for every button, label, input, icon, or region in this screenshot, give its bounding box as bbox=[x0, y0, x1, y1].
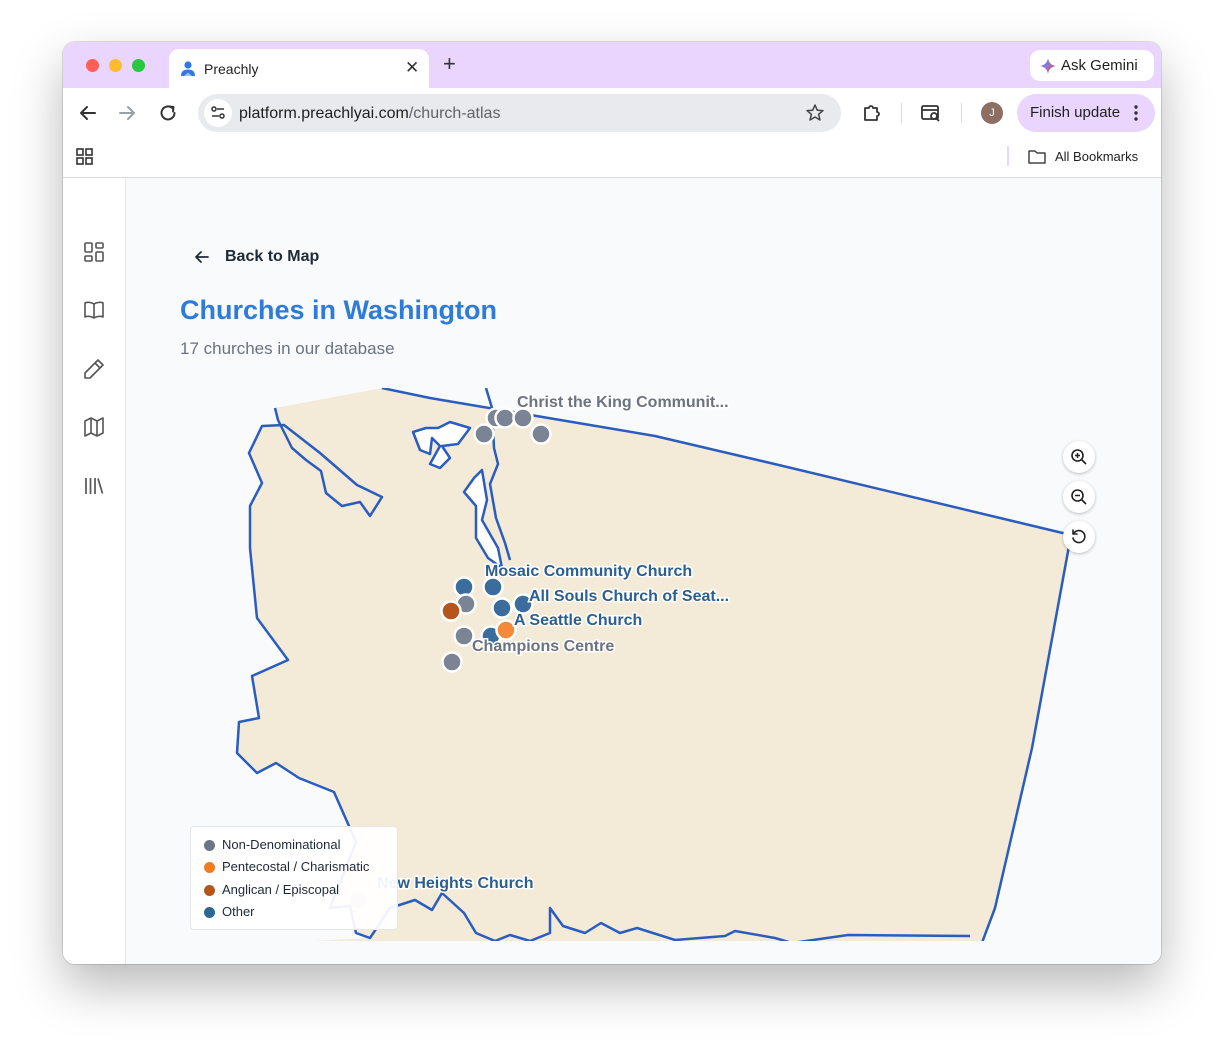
church-marker[interactable] bbox=[495, 619, 517, 641]
site-settings-icon[interactable] bbox=[204, 99, 232, 127]
app-sidebar bbox=[63, 178, 126, 964]
legend-label: Anglican / Episcopal bbox=[222, 882, 340, 897]
url-text: platform.preachlyai.com/church-atlas bbox=[239, 105, 500, 123]
pencil-icon[interactable] bbox=[82, 357, 106, 381]
legend-swatch bbox=[204, 862, 215, 873]
tab-search-icon[interactable] bbox=[919, 101, 943, 125]
legend-label: Other bbox=[222, 904, 255, 919]
church-marker[interactable] bbox=[440, 600, 462, 622]
church-marker[interactable] bbox=[491, 597, 513, 619]
church-count-subtitle: 17 churches in our database bbox=[180, 339, 395, 358]
maximize-window-button[interactable] bbox=[132, 59, 145, 72]
legend-swatch bbox=[204, 907, 215, 918]
reload-icon[interactable] bbox=[156, 101, 180, 125]
back-arrow-icon[interactable] bbox=[76, 101, 100, 125]
legend-swatch bbox=[204, 885, 215, 896]
zoom-in-button[interactable] bbox=[1063, 441, 1095, 473]
folder-icon bbox=[1027, 148, 1047, 171]
toolbar-divider bbox=[901, 103, 902, 123]
map-label-all-souls: All Souls Church of Seat... bbox=[529, 588, 729, 605]
apps-grid-icon[interactable] bbox=[76, 148, 94, 171]
address-bar[interactable]: platform.preachlyai.com/church-atlas bbox=[198, 94, 841, 132]
more-menu-icon[interactable] bbox=[1133, 104, 1139, 127]
tab-strip: Preachly ✕ + Ask Gemini bbox=[63, 42, 1161, 88]
church-marker[interactable] bbox=[530, 423, 552, 445]
ask-gemini-label: Ask Gemini bbox=[1061, 57, 1138, 74]
all-bookmarks-link[interactable]: All Bookmarks bbox=[1055, 149, 1138, 164]
zoom-out-icon bbox=[1071, 489, 1087, 505]
profile-avatar[interactable]: J bbox=[981, 102, 1003, 124]
map-label-seattle-church: A Seattle Church bbox=[514, 612, 642, 629]
zoom-out-button[interactable] bbox=[1063, 481, 1095, 513]
church-marker[interactable] bbox=[473, 423, 495, 445]
browser-window: Preachly ✕ + Ask Gemini platform.preachl bbox=[63, 42, 1161, 964]
legend-swatch bbox=[204, 840, 215, 851]
zoom-in-icon bbox=[1071, 449, 1087, 465]
church-marker[interactable] bbox=[441, 651, 463, 673]
close-window-button[interactable] bbox=[86, 59, 99, 72]
browser-toolbar: platform.preachlyai.com/church-atlas J F… bbox=[63, 88, 1161, 138]
url-host: platform.preachlyai.com bbox=[239, 105, 409, 122]
gemini-sparkle-icon bbox=[1040, 58, 1056, 74]
reset-icon bbox=[1072, 529, 1086, 544]
arrow-left-icon bbox=[193, 248, 211, 271]
church-marker[interactable] bbox=[453, 625, 475, 647]
reset-view-button[interactable] bbox=[1063, 521, 1095, 553]
bookmarks-bar: All Bookmarks bbox=[63, 138, 1161, 178]
map-label-champions: Champions Centre bbox=[472, 638, 614, 655]
active-tab[interactable]: Preachly ✕ bbox=[169, 49, 429, 88]
legend-label: Pentecostal / Charismatic bbox=[222, 859, 370, 874]
finish-update-button[interactable]: Finish update bbox=[1017, 94, 1155, 132]
legend-label: Non-Denominational bbox=[222, 837, 341, 852]
dashboard-icon[interactable] bbox=[82, 240, 106, 264]
map-icon[interactable] bbox=[82, 415, 106, 439]
new-tab-icon[interactable]: + bbox=[443, 53, 456, 75]
forward-arrow-icon[interactable] bbox=[115, 101, 139, 125]
tab-title: Preachly bbox=[204, 61, 259, 77]
finish-update-label: Finish update bbox=[1030, 104, 1121, 121]
page-title: Churches in Washington bbox=[180, 295, 497, 325]
bookmark-star-icon[interactable] bbox=[805, 103, 825, 128]
bookmarks-divider bbox=[1007, 146, 1009, 166]
page-content: Back to Map Churches in Washington 17 ch… bbox=[63, 178, 1161, 964]
library-icon[interactable] bbox=[82, 474, 106, 498]
church-marker[interactable] bbox=[482, 576, 504, 598]
book-icon[interactable] bbox=[82, 298, 106, 322]
map-legend: Non-Denominational Pentecostal / Charism… bbox=[190, 826, 398, 930]
ask-gemini-button[interactable]: Ask Gemini bbox=[1030, 50, 1154, 81]
map-label-christ-the-king: Christ the King Communit... bbox=[517, 394, 729, 411]
church-marker[interactable] bbox=[494, 407, 516, 429]
church-marker[interactable] bbox=[512, 407, 534, 429]
toolbar-divider bbox=[961, 103, 962, 123]
map-label-new-heights: New Heights Church bbox=[377, 875, 533, 892]
preachly-favicon-icon bbox=[179, 60, 197, 78]
back-to-map-label: Back to Map bbox=[225, 248, 320, 265]
minimize-window-button[interactable] bbox=[109, 59, 122, 72]
map-label-mosaic: Mosaic Community Church bbox=[485, 563, 692, 580]
extensions-icon[interactable] bbox=[860, 101, 884, 125]
url-path: /church-atlas bbox=[408, 105, 501, 122]
tab-close-icon[interactable]: ✕ bbox=[405, 58, 419, 78]
